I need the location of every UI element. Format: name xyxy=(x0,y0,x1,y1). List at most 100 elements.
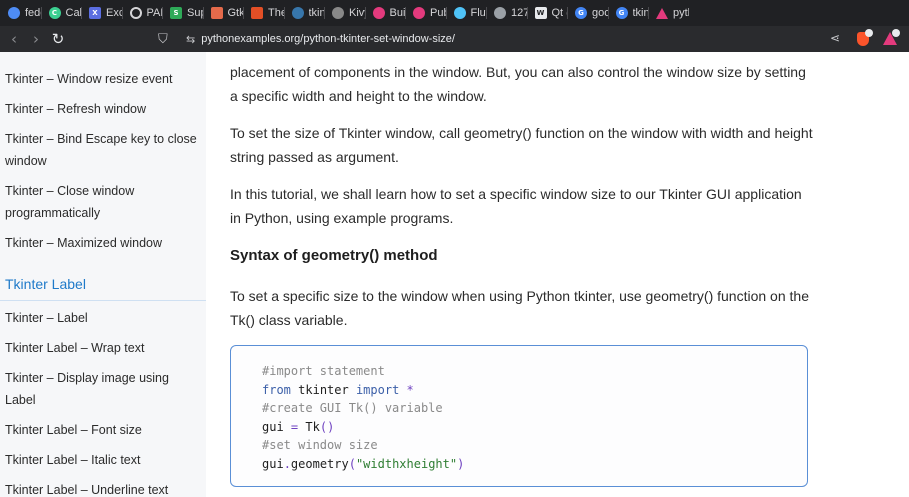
code-string: "widthxheight" xyxy=(355,456,458,471)
sidebar-divider xyxy=(0,300,206,301)
browser-tab[interactable]: tkin xyxy=(283,0,325,26)
browser-tab[interactable]: Flut xyxy=(445,0,487,26)
sidebar-item-maximized-window[interactable]: Tkinter – Maximized window xyxy=(5,232,201,254)
python-icon xyxy=(291,7,304,19)
code-block: #import statement from tkinter import * … xyxy=(230,345,808,487)
sidebar-item-wrap-text[interactable]: Tkinter Label – Wrap text xyxy=(5,337,201,359)
sidebar-item-close-window[interactable]: Tkinter – Close window programmatically xyxy=(5,180,201,224)
code-keyword: from xyxy=(262,382,291,397)
browser-toolbar: ‹ › ↻ ⛉ ⇆ pythonexamples.org/python-tkin… xyxy=(0,26,909,52)
sidebar-item-underline-text[interactable]: Tkinter Label – Underline text xyxy=(5,479,201,497)
syntax-heading: Syntax of geometry() method xyxy=(230,247,438,264)
code-operator: ) xyxy=(457,456,465,471)
globe-icon xyxy=(494,7,506,19)
bookmark-flag-icon xyxy=(372,7,385,19)
sidebar-heading-tkinter-label[interactable]: Tkinter Label xyxy=(5,273,86,295)
browser-tab-label: Gtk xyxy=(227,7,244,19)
site-info-icon[interactable]: ⇆ xyxy=(186,33,195,46)
browser-tab-label: Sup xyxy=(187,7,203,19)
brand-logo-icon: C xyxy=(48,7,61,19)
browser-tab[interactable]: PAK xyxy=(121,0,163,26)
browser-tab[interactable]: S Sup xyxy=(162,0,203,26)
browser-tab[interactable]: Ggoo xyxy=(567,0,608,26)
browser-tab[interactable]: The xyxy=(243,0,284,26)
kivy-icon xyxy=(332,7,344,19)
browser-tab-label: 127. xyxy=(511,7,527,19)
browser-tab[interactable]: Gtkin xyxy=(607,0,649,26)
bookmark-icon[interactable]: ⛉ xyxy=(158,32,176,47)
sidebar-item-window-resize-event[interactable]: Tkinter – Window resize event xyxy=(5,68,201,90)
browser-tab[interactable]: fedc xyxy=(0,0,41,26)
pak-circle-icon xyxy=(129,7,142,19)
code-keyword: import xyxy=(355,382,400,397)
browser-tab-label: Exce xyxy=(106,7,122,19)
code-operator: . xyxy=(283,456,291,471)
browser-tab[interactable]: C Calli xyxy=(40,0,82,26)
address-bar[interactable]: ⛉ ⇆ pythonexamples.org/python-tkinter-se… xyxy=(158,28,879,50)
code-comment: #create GUI Tk() variable xyxy=(262,401,443,416)
forward-button[interactable]: › xyxy=(25,30,47,48)
share-icon[interactable]: ⋖ xyxy=(830,31,840,45)
code-comment: #set window size xyxy=(262,438,378,453)
code-line: gui = Tk() xyxy=(262,418,807,437)
code-operator: = xyxy=(290,419,299,434)
browser-tab-label: tkin xyxy=(308,7,325,19)
excel-icon: X xyxy=(89,7,101,19)
browser-tab-label: Calli xyxy=(65,7,82,19)
browser-tab-label: tkin xyxy=(632,7,649,19)
browser-tab[interactable]: Gtk xyxy=(202,0,244,26)
bookmark-flag-icon xyxy=(413,7,425,19)
browser-tab[interactable]: W Qt ( xyxy=(526,0,568,26)
code-line: #set window size xyxy=(262,436,807,455)
code-comment: #import statement xyxy=(262,364,385,378)
browser-tab-label: PAK xyxy=(146,7,163,19)
code-identifier: gui xyxy=(262,419,284,434)
circle-logo-icon xyxy=(8,7,20,19)
browser-tab[interactable]: Buil xyxy=(364,0,405,26)
browser-tab[interactable]: pyth xyxy=(648,0,689,26)
browser-tab-label: goo xyxy=(592,7,608,19)
article-content: placement of components in the window. B… xyxy=(206,52,909,497)
browser-tab[interactable]: Kivy xyxy=(324,0,365,26)
sidebar-item-font-size[interactable]: Tkinter Label – Font size xyxy=(5,419,201,441)
sup-logo-icon: S xyxy=(170,7,182,19)
wikipedia-icon: W xyxy=(534,7,547,19)
browser-tab-strip: fedc C Calli X Exce PAK S Sup Gtk The tkin Kivy Buil… xyxy=(0,0,909,26)
sidebar-item-bind-escape-key[interactable]: Tkinter – Bind Escape key to close windo… xyxy=(5,128,201,172)
brave-shields-badge xyxy=(865,29,873,37)
browser-tab-label: Flut xyxy=(470,7,487,19)
browser-tab[interactable]: 127. xyxy=(486,0,527,26)
code-operator: * xyxy=(406,382,414,397)
brave-rewards-badge xyxy=(892,29,900,37)
google-icon: G xyxy=(575,7,587,19)
sidebar-item-italic-text[interactable]: Tkinter Label – Italic text xyxy=(5,449,201,471)
gtk-cube-icon xyxy=(210,7,223,19)
browser-tab[interactable]: X Exce xyxy=(81,0,122,26)
code-module: tkinter xyxy=(298,382,349,397)
url-text[interactable]: pythonexamples.org/python-tkinter-set-wi… xyxy=(201,33,455,45)
sidebar-item-refresh-window[interactable]: Tkinter – Refresh window xyxy=(5,98,201,120)
flutter-icon xyxy=(453,7,466,19)
reload-button[interactable]: ↻ xyxy=(47,30,69,48)
sidebar-nav: Tkinter – Window resize event Tkinter – … xyxy=(0,52,206,497)
code-operator: ( xyxy=(348,456,356,471)
intro-paragraph: placement of components in the window. B… xyxy=(230,64,806,104)
code-line: #create GUI Tk() variable xyxy=(262,399,807,418)
sidebar-item-label[interactable]: Tkinter – Label xyxy=(5,307,201,329)
sidebar-item-display-image[interactable]: Tkinter – Display image using Label xyxy=(5,367,201,411)
code-line: from tkinter import * xyxy=(262,381,807,400)
cube-icon xyxy=(251,7,263,19)
browser-tab-label: Qt ( xyxy=(551,7,568,19)
code-identifier: geometry xyxy=(290,456,349,471)
rewards-triangle-icon xyxy=(656,7,668,19)
browser-tab-label: fedc xyxy=(25,7,41,19)
browser-tab-label: The xyxy=(268,7,284,19)
browser-tab[interactable]: Pub xyxy=(405,0,446,26)
back-button[interactable]: ‹ xyxy=(3,30,25,48)
code-identifier: gui xyxy=(262,456,284,471)
syntax-paragraph: To set a specific size to the window whe… xyxy=(230,288,809,328)
code-line: gui.geometry("widthxheight") xyxy=(262,455,807,474)
code-operator: () xyxy=(319,419,335,434)
google-icon: G xyxy=(615,7,628,19)
code-identifier: Tk xyxy=(305,419,320,434)
